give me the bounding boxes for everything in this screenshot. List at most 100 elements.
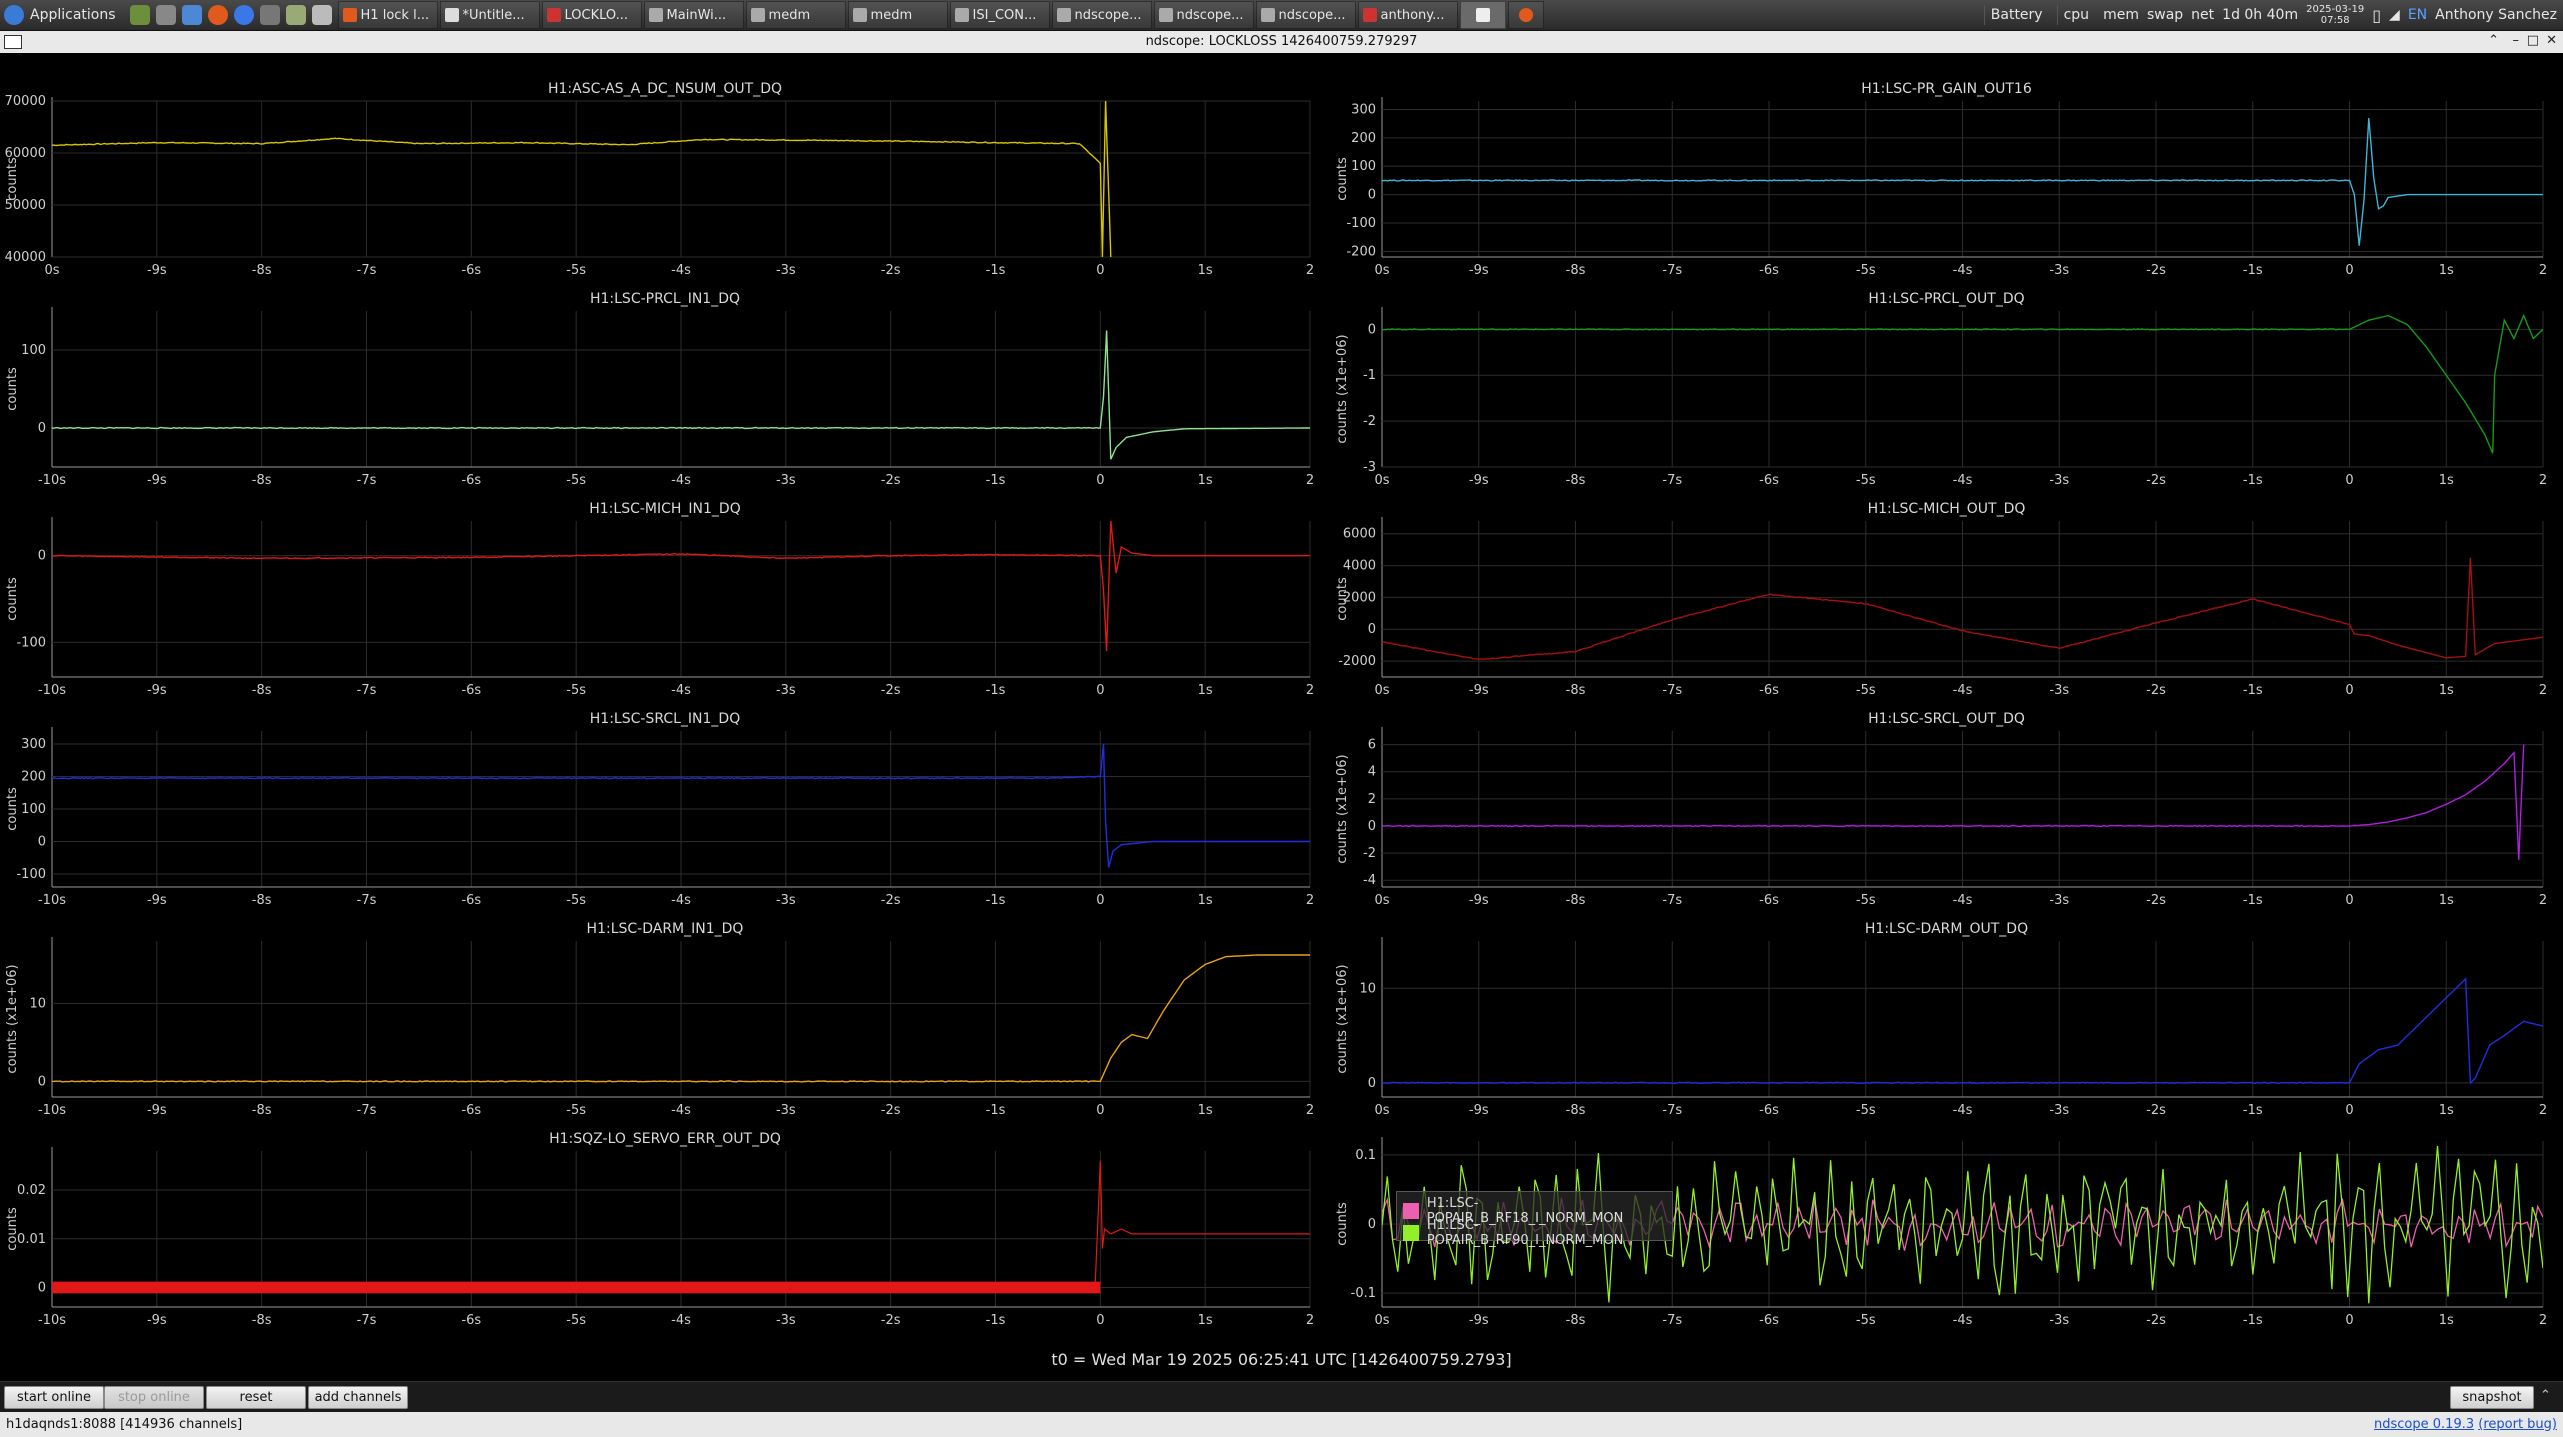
legend-item[interactable]: H1:LSC-POPAIR_B_RF90_I_NORM_MON [1403,1218,1672,1248]
x-tick-label: -10s [38,1103,66,1118]
reset-button[interactable]: reset [206,1386,306,1409]
plot-lsc-pr-gain[interactable]: H1:LSC-PR_GAIN_OUT16 0s -9s -8s -7s -6s -5s -4… [1330,81,2563,291]
plot-canvas[interactable]: -10s -9s -8s -7s -6s -5s -4s -3s -2s -1s 0 1s 2 300 20… [0,711,1330,921]
task-medm-1[interactable]: medm [745,1,846,29]
collapse-icon[interactable]: ⌃ [2540,1388,2551,1403]
uptime: 1d 0h 40m [2222,7,2299,23]
battery-icon[interactable]: ▯ [2372,6,2381,25]
x-tick-label: -2s [2146,473,2166,488]
task-medm-2[interactable]: medm [847,1,948,29]
y-tick-label: 10 [1359,981,1376,996]
maximize-icon[interactable]: □ [2527,33,2539,48]
task-untitled[interactable]: *Untitle... [439,1,540,29]
task-lockloss[interactable]: LOCKLO... [541,1,642,29]
x-tick-label: 0 [2345,263,2353,278]
task-ndscope-1[interactable]: ndscope... [1051,1,1152,29]
plot-traces [52,100,1112,257]
start-online-button[interactable]: start online [4,1386,104,1409]
add-channels-button[interactable]: add channels [308,1386,408,1409]
applications-menu[interactable]: Applications [0,0,124,30]
plot-canvas[interactable]: 0s -9s -8s -7s -6s -5s -4s -3s -2s -1s 0 1s 2 300 200 1… [1330,81,2563,291]
shade-icon[interactable]: ⌃ [2488,33,2499,48]
plot-canvas[interactable]: 0s -9s -8s -7s -6s -5s -4s -3s -2s -1s 0 1s 2 6000 400… [1330,501,2563,711]
plot-sqz-lo-servo-err[interactable]: H1:SQZ-LO_SERVO_ERR_OUT_DQ -10s -9s -8s -7s… [0,1131,1330,1341]
x-tick-label: 1s [2439,473,2454,488]
x-tick-label: -8s [252,683,272,698]
close-icon[interactable]: ✕ [2546,33,2557,48]
mem-monitor[interactable]: mem [2103,7,2139,23]
trace-line [1382,744,2525,860]
plot-canvas[interactable]: -10s -9s -8s -7s -6s -5s -4s -3s -2s -1s 0 1s 2 0.02 0… [0,1131,1330,1341]
task-anthony[interactable]: anthony... [1357,1,1458,29]
plot-canvas[interactable]: -10s -9s -8s -7s -6s -5s -4s -3s -2s -1s 0 1s 2 10 0 co… [0,921,1330,1131]
battery-monitor[interactable]: Battery [1983,5,2049,25]
y-tick-label: -4 [1363,873,1376,888]
swap-monitor[interactable]: swap [2147,7,2183,23]
plot-asc-as-a-dc-nsum[interactable]: H1:ASC-AS_A_DC_NSUM_OUT_DQ 0s -9s -8s -7s -6… [0,81,1330,291]
plot-canvas[interactable]: 0s -9s -8s -7s -6s -5s -4s -3s -2s -1s 0 1s 2 10 0 coun… [1330,921,2563,1131]
chrome-icon[interactable] [233,5,254,25]
y-tick-label: 0.1 [1355,1148,1376,1163]
legend-label: H1:LSC-POPAIR_B_RF90_I_NORM_MON [1426,1218,1624,1248]
plot-canvas[interactable]: 0s -9s -8s -7s -6s -5s -4s -3s -2s -1s 0 1s 2 6 4 2 0 -2 -… [1330,711,2563,921]
plot-canvas[interactable]: 0s -9s -8s -7s -6s -5s -4s -3s -2s -1s 0 1s 2 0 -1 -2 -3… [1330,291,2563,501]
x-tick-label: -1s [986,1313,1006,1328]
plot-canvas[interactable]: -10s -9s -8s -7s -6s -5s -4s -3s -2s -1s 0 1s 2 0 -100… [0,501,1330,711]
task-ndscope-2[interactable]: ndscope... [1153,1,1254,29]
x-tick-label: -2s [2146,683,2166,698]
user-name[interactable]: Anthony Sanchez [2435,7,2557,23]
users-icon[interactable] [285,5,306,25]
share-icon[interactable] [259,5,280,25]
plot-canvas[interactable]: 0s -9s -8s -7s -6s -5s -4s -3s -2s -1s 0 1s 27000060… [0,81,1330,291]
task-list: H1 lock l... *Untitle... LOCKLO... MainW… [337,1,1544,29]
x-tick-label: -2s [881,1103,901,1118]
y-tick-label: 0 [38,421,46,436]
trace-noise-band [52,1281,1101,1294]
report-bug-link[interactable]: (report bug) [2478,1417,2557,1432]
x-tick-label: -9s [147,683,167,698]
plot-lsc-srcl-in1[interactable]: H1:LSC-SRCL_IN1_DQ -10s -9s -8s -7s -6s -5s -4… [0,711,1330,921]
plot-popair-b[interactable]: 0s -9s -8s -7s -6s -5s -4s -3s -2s -1s 0 1s 2 0.1 0 -0.… [1330,1131,2563,1341]
version-link[interactable]: ndscope 0.19.3 [2374,1417,2474,1432]
snapshot-button[interactable]: snapshot [2450,1386,2534,1409]
plot-lsc-prcl-in1[interactable]: H1:LSC-PRCL_IN1_DQ -10s -9s -8s -7s -6s -5s -4… [0,291,1330,501]
plot-canvas[interactable]: -10s -9s -8s -7s -6s -5s -4s -3s -2s -1s 0 1s 2 100 0 c… [0,291,1330,501]
minimize-icon[interactable]: – [2513,33,2520,48]
clock[interactable]: 2025-03-19 07:58 [2306,4,2364,26]
plot-lsc-prcl-out[interactable]: H1:LSC-PRCL_OUT_DQ 0s -9s -8s -7s -6s -5s -4s -… [1330,291,2563,501]
network-icon[interactable]: ◢ [2389,7,2400,23]
plot-lsc-mich-out[interactable]: H1:LSC-MICH_OUT_DQ 0s -9s -8s -7s -6s -5s -4s -… [1330,501,2563,711]
x-tick-label: -1s [2243,1103,2263,1118]
plot-lsc-srcl-out[interactable]: H1:LSC-SRCL_OUT_DQ 0s -9s -8s -7s -6s -5s -4s -… [1330,711,2563,921]
editor-icon[interactable] [311,5,332,25]
chevron-down-icon[interactable] [155,5,176,25]
task-isi-con[interactable]: ISI_CON... [949,1,1050,29]
desktop-icon[interactable] [129,5,150,25]
x-tick-label: -5s [566,263,586,278]
x-tick-label: -5s [1856,683,1876,698]
task-mainwindow[interactable]: MainWi... [643,1,744,29]
plot-legend[interactable]: H1:LSC-POPAIR_B_RF18_I_NORM_MON H1:LSC-P… [1396,1191,1673,1248]
plot-lsc-darm-out[interactable]: H1:LSC-DARM_OUT_DQ 0s -9s -8s -7s -6s -5s -4s -… [1330,921,2563,1131]
firefox-icon [342,8,357,22]
document-icon [444,8,459,22]
stop-online-button[interactable]: stop online [104,1386,204,1409]
x-tick-label: -8s [252,1313,272,1328]
task-firefox[interactable] [1507,1,1544,29]
x-tick-label: -7s [357,473,377,488]
x-tick-label: -9s [1469,263,1489,278]
keyboard-layout[interactable]: EN [2408,7,2427,23]
plot-lsc-mich-in1[interactable]: H1:LSC-MICH_IN1_DQ -10s -9s -8s -7s -6s -5s -4… [0,501,1330,711]
x-tick-label: -4s [671,473,691,488]
x-tick-label: -8s [1566,683,1586,698]
folder-icon[interactable] [181,5,202,25]
firefox-icon[interactable] [207,5,228,25]
task-ndscope-3[interactable]: ndscope... [1255,1,1356,29]
y-tick-label: -100 [1346,216,1376,231]
trace-line [52,100,1112,257]
cpu-monitor[interactable]: cpu [2056,5,2095,25]
task-active-window[interactable] [1459,1,1506,29]
net-monitor[interactable]: net [2191,7,2214,23]
plot-lsc-darm-in1[interactable]: H1:LSC-DARM_IN1_DQ -10s -9s -8s -7s -6s -5s -4… [0,921,1330,1131]
task-h1-lock[interactable]: H1 lock l... [337,1,438,29]
